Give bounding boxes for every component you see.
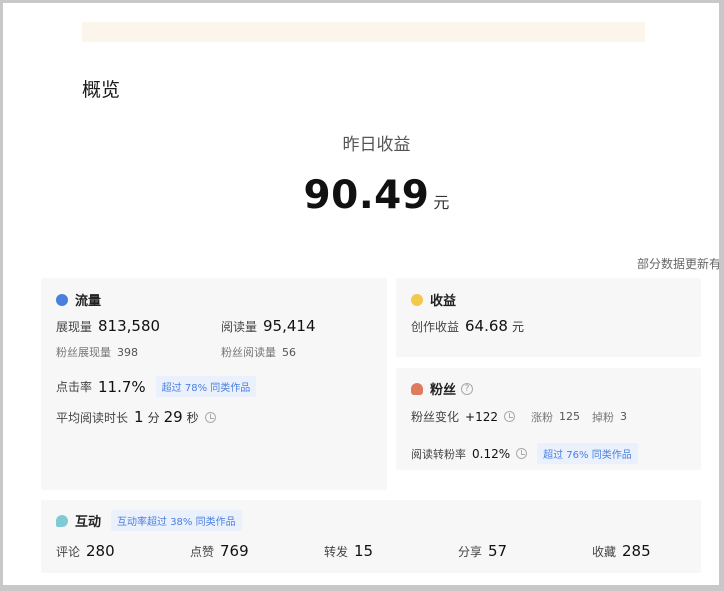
fan-reads-stat: 粉丝阅读量 56 — [221, 344, 296, 360]
reposts-label: 转发 — [324, 545, 349, 559]
overview-title: 概览 — [82, 79, 121, 101]
reposts-value: 15 — [354, 542, 374, 560]
coin-icon — [411, 293, 423, 306]
fans-gain-label: 涨粉 — [530, 410, 553, 424]
minutes-unit: 分 — [147, 410, 160, 425]
income-unit: 元 — [433, 193, 450, 212]
traffic-card: 流量 展现量 813,580 阅读量 95,414 粉丝展现量 398 粉丝阅读… — [41, 278, 387, 490]
fans-loss-label: 掉粉 — [591, 410, 614, 424]
update-note: 部分数据更新有 — [636, 257, 719, 271]
income-value: 90.49 — [303, 173, 430, 218]
favorites-value: 285 — [622, 542, 651, 560]
notice-banner — [82, 22, 645, 42]
ctr-stat: 点击率 11.7% 超过 78% 同类作品 — [56, 376, 257, 397]
avg-read-label: 平均阅读时长 — [56, 410, 129, 425]
income-label: 昨日收益 — [342, 135, 411, 155]
earnings-title-label: 收益 — [430, 294, 457, 309]
interaction-title: 互动 互动率超过 38% 同类作品 — [56, 510, 242, 531]
comments-label: 评论 — [56, 545, 81, 559]
traffic-title-label: 流量 — [75, 294, 102, 309]
income-row: 90.49 元 — [3, 173, 719, 218]
conversion-label: 阅读转粉率 — [411, 447, 466, 461]
interaction-title-label: 互动 — [75, 515, 102, 530]
shares-value: 57 — [488, 542, 508, 560]
shares-label: 分享 — [458, 545, 483, 559]
avg-read-stat: 平均阅读时长 1 分 29 秒 — [56, 408, 216, 426]
creation-earnings-stat: 创作收益 64.68 元 — [411, 317, 524, 335]
earnings-title: 收益 — [411, 290, 456, 309]
fan-impressions-stat: 粉丝展现量 398 — [56, 344, 138, 360]
fan-impressions-value: 398 — [117, 346, 138, 359]
traffic-icon — [56, 293, 68, 306]
reads-label: 阅读量 — [221, 320, 258, 334]
avg-read-seconds: 29 — [163, 408, 183, 426]
fans-title: 粉丝 ? — [411, 379, 474, 398]
likes-label: 点赞 — [190, 545, 215, 559]
seconds-unit: 秒 — [186, 410, 199, 425]
clock-icon[interactable] — [516, 448, 528, 459]
person-icon — [411, 382, 423, 395]
favorites-stat: 收藏 285 — [592, 542, 651, 560]
reposts-stat: 转发 15 — [324, 542, 373, 560]
interaction-badge: 互动率超过 38% 同类作品 — [111, 510, 242, 531]
fans-loss-value: 3 — [619, 410, 627, 423]
conversion-value: 0.12% — [472, 446, 511, 461]
impressions-stat: 展现量 813,580 — [56, 317, 160, 335]
likes-stat: 点赞 769 — [190, 542, 249, 560]
fans-change-label: 粉丝变化 — [411, 410, 460, 424]
ctr-value: 11.7% — [98, 377, 146, 396]
reads-value: 95,414 — [263, 317, 316, 335]
page: 概览 昨日收益 90.49 元 部分数据更新有 流量 展现量 813,580 阅读… — [3, 3, 719, 585]
fan-reads-label: 粉丝阅读量 — [221, 346, 276, 359]
fans-change-stat: 粉丝变化 +122 涨粉 125 掉粉 3 — [411, 408, 627, 425]
impressions-value: 813,580 — [98, 317, 161, 335]
favorites-label: 收藏 — [592, 545, 617, 559]
comments-value: 280 — [86, 542, 115, 560]
traffic-title: 流量 — [56, 290, 101, 309]
creation-earnings-label: 创作收益 — [411, 320, 460, 334]
comments-stat: 评论 280 — [56, 542, 115, 560]
help-icon[interactable]: ? — [461, 382, 474, 395]
impressions-label: 展现量 — [56, 320, 93, 334]
conversion-badge: 超过 76% 同类作品 — [537, 443, 638, 464]
creation-earnings-value: 64.68 — [465, 317, 508, 335]
fan-reads-value: 56 — [282, 346, 296, 359]
shares-stat: 分享 57 — [458, 542, 507, 560]
earnings-card: 收益 创作收益 64.68 元 — [396, 278, 701, 357]
creation-earnings-unit: 元 — [511, 320, 524, 334]
fans-change-value: +122 — [465, 409, 498, 424]
clock-icon[interactable] — [503, 411, 515, 422]
reads-stat: 阅读量 95,414 — [221, 317, 316, 335]
likes-value: 769 — [220, 542, 249, 560]
conversion-stat: 阅读转粉率 0.12% 超过 76% 同类作品 — [411, 443, 638, 464]
fans-title-label: 粉丝 — [430, 383, 457, 398]
avg-read-minutes: 1 — [134, 408, 144, 426]
ctr-badge: 超过 78% 同类作品 — [155, 376, 257, 397]
fans-gain-value: 125 — [558, 410, 580, 423]
ctr-label: 点击率 — [56, 380, 93, 394]
fans-card: 粉丝 ? 粉丝变化 +122 涨粉 125 掉粉 3 阅读转粉率 0.12% 超… — [396, 368, 701, 470]
fan-impressions-label: 粉丝展现量 — [56, 346, 111, 359]
interaction-card: 互动 互动率超过 38% 同类作品 评论 280 点赞 769 转发 15 分享… — [41, 500, 701, 573]
chat-bubble-icon — [56, 514, 68, 527]
clock-icon[interactable] — [204, 411, 216, 423]
